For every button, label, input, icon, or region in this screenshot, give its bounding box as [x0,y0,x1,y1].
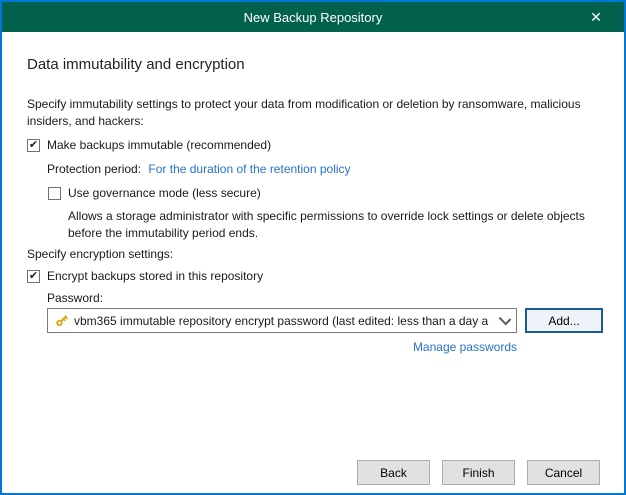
checkmark-icon: ✔ [28,138,39,151]
governance-description: Allows a storage administrator with spec… [68,209,585,240]
protection-period-label: Protection period: [47,162,142,176]
password-label: Password: [47,291,104,305]
governance-mode-row: Use governance mode (less secure) [48,186,261,200]
password-dropdown[interactable]: vbm365 immutable repository encrypt pass… [47,308,517,333]
window-title: New Backup Repository [243,9,383,25]
encrypt-backups-label: Encrypt backups stored in this repositor… [47,269,264,283]
close-icon: ✕ [590,8,602,25]
governance-mode-label: Use governance mode (less secure) [68,186,261,200]
governance-mode-checkbox[interactable] [48,186,61,200]
manage-passwords-wrap: Manage passwords [47,340,517,354]
make-immutable-checkbox[interactable]: ✔ [27,138,40,152]
back-button[interactable]: Back [357,460,430,485]
manage-passwords-link[interactable]: Manage passwords [413,340,517,354]
new-backup-repository-dialog: New Backup Repository ✕ Data immutabilit… [0,0,626,495]
cancel-button[interactable]: Cancel [527,460,600,485]
finish-button-label: Finish [462,465,495,480]
titlebar: New Backup Repository ✕ [2,2,624,32]
chevron-down-icon [498,312,512,325]
dialog-body: Data immutability and encryption Specify… [2,32,624,493]
encrypt-backups-row: ✔ Encrypt backups stored in this reposit… [27,269,263,283]
page-title: Data immutability and encryption [27,56,245,73]
add-password-button-label: Add... [548,313,580,328]
close-button[interactable]: ✕ [578,2,614,32]
protection-period-row: Protection period: For the duration of t… [47,162,351,176]
protection-period-link[interactable]: For the duration of the retention policy [148,162,350,176]
back-button-label: Back [380,465,407,480]
make-immutable-row: ✔ Make backups immutable (recommended) [27,138,271,152]
add-password-button[interactable]: Add... [525,308,603,333]
make-immutable-label: Make backups immutable (recommended) [47,138,272,152]
encryption-intro-text: Specify encryption settings: [27,247,174,261]
encrypt-backups-checkbox[interactable]: ✔ [27,269,40,283]
finish-button[interactable]: Finish [442,460,515,485]
checkmark-icon: ✔ [28,269,39,282]
cancel-button-label: Cancel [544,465,583,480]
password-selected-value: vbm365 immutable repository encrypt pass… [74,313,489,328]
key-icon [56,315,69,327]
immutability-intro-text: Specify immutability settings to protect… [27,97,581,128]
